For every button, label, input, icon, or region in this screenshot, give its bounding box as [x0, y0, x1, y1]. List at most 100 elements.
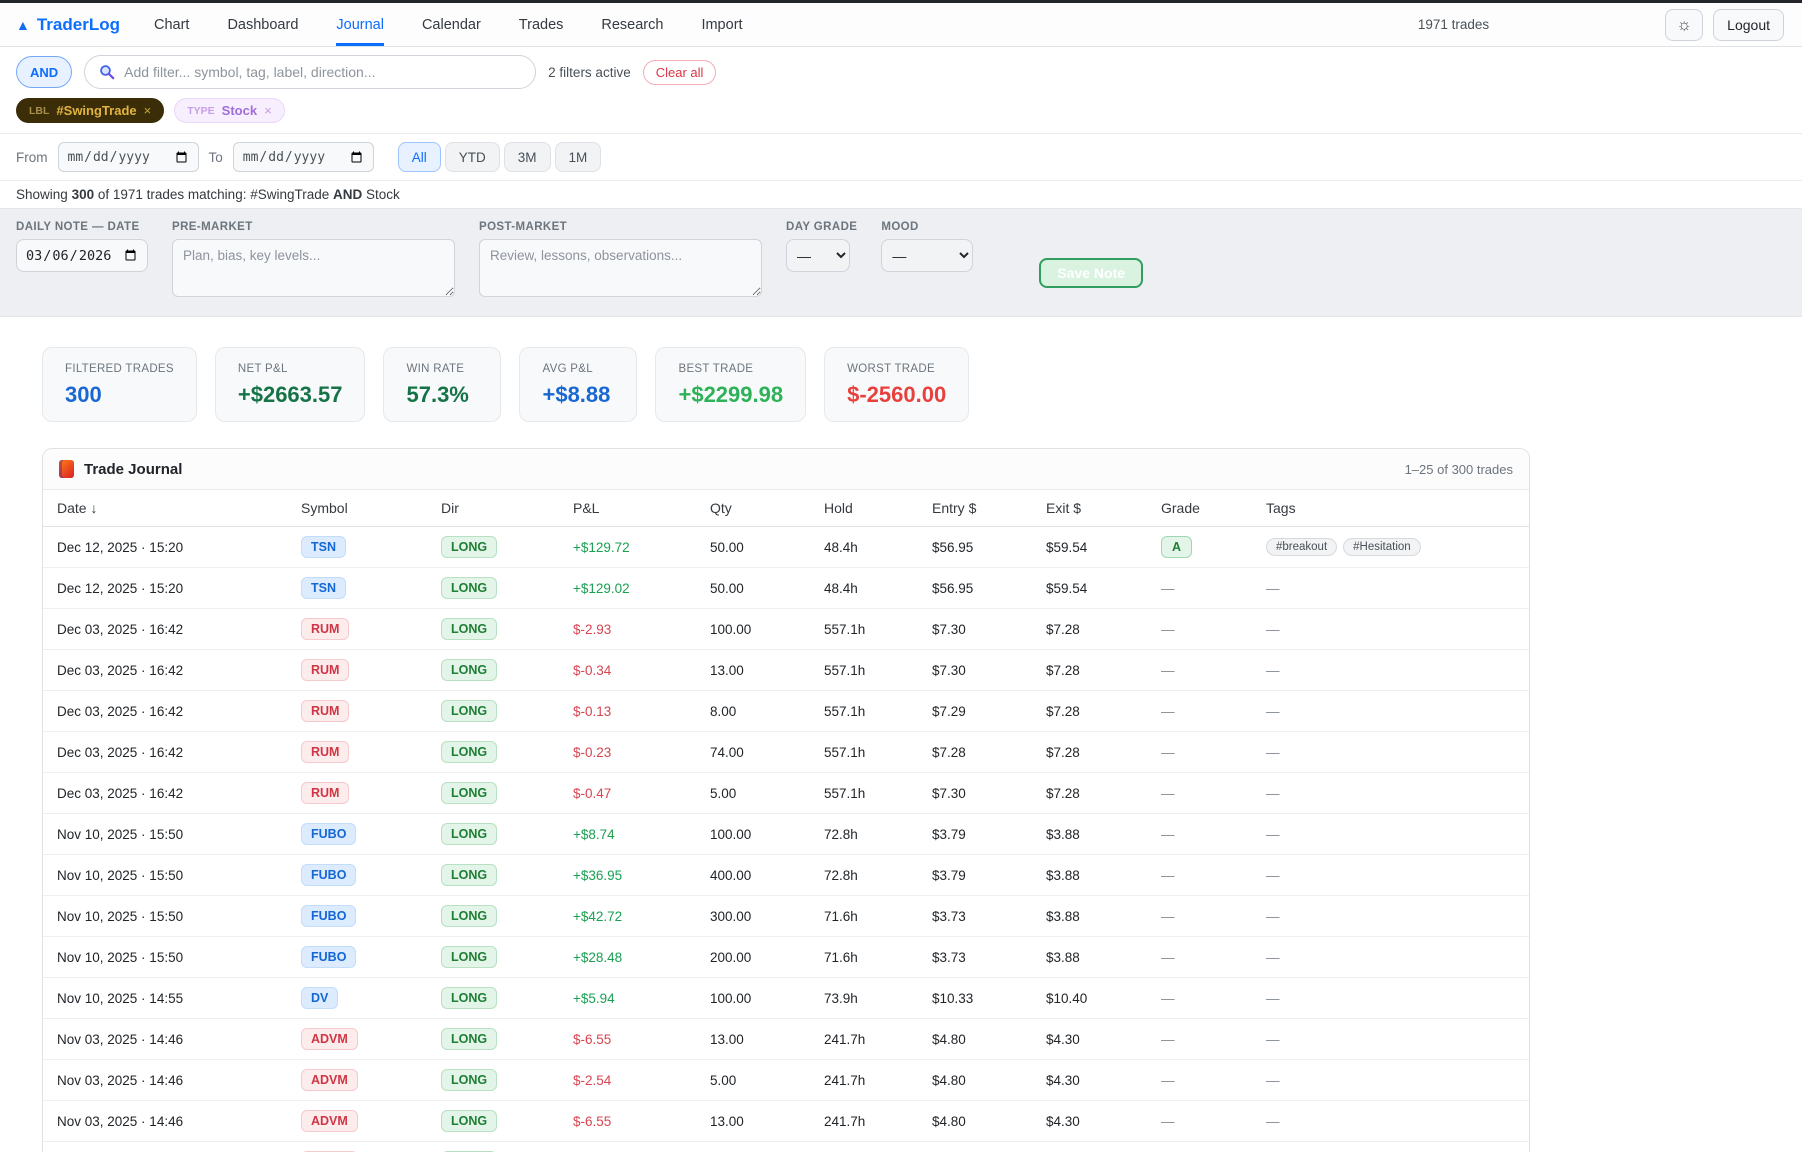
qty-cell: 8.00: [710, 691, 824, 732]
pnl-cell: +$28.48: [573, 937, 710, 978]
tag-pill[interactable]: #breakout: [1266, 538, 1337, 556]
grade-cell: —: [1161, 650, 1266, 691]
table-row[interactable]: Nov 10, 2025 · 15:50FUBOLONG+$42.72300.0…: [43, 896, 1529, 937]
nav-item-research[interactable]: Research: [601, 3, 663, 46]
table-row[interactable]: Dec 03, 2025 · 16:42RUMLONG$-0.3413.0055…: [43, 650, 1529, 691]
table-row[interactable]: Nov 10, 2025 · 15:50FUBOLONG+$28.48200.0…: [43, 937, 1529, 978]
grade-cell: —: [1161, 1019, 1266, 1060]
stat-card-filtered-trades: FILTERED TRADES300: [42, 347, 197, 422]
nav-item-trades[interactable]: Trades: [519, 3, 564, 46]
trade-date: Nov 03, 2025 · 14:46: [43, 1060, 301, 1101]
nav-item-dashboard[interactable]: Dashboard: [227, 3, 298, 46]
save-note-button[interactable]: Save Note: [1039, 258, 1143, 288]
column-header-date[interactable]: Date ↓: [43, 490, 301, 527]
range-button-all[interactable]: All: [398, 142, 441, 172]
mood-select[interactable]: —: [881, 239, 973, 272]
from-date-input[interactable]: [58, 142, 199, 172]
symbol-badge[interactable]: FUBO: [301, 823, 356, 845]
day-grade-select[interactable]: —: [786, 239, 850, 272]
nav-item-journal[interactable]: Journal: [336, 3, 384, 46]
postmarket-textarea[interactable]: [479, 239, 762, 297]
symbol-badge[interactable]: TSN: [301, 577, 346, 599]
symbol-badge[interactable]: FUBO: [301, 946, 356, 968]
chip-remove-icon[interactable]: ×: [264, 103, 272, 118]
column-header-tags[interactable]: Tags: [1266, 490, 1529, 527]
entry-cell: $7.29: [932, 691, 1046, 732]
table-row[interactable]: Nov 10, 2025 · 14:55DVLONG+$5.94100.0073…: [43, 978, 1529, 1019]
symbol-cell: FUBO: [301, 814, 441, 855]
qty-cell: 200.00: [710, 937, 824, 978]
table-row[interactable]: Dec 03, 2025 · 16:42RUMLONG$-0.475.00557…: [43, 773, 1529, 814]
note-date-input[interactable]: [16, 239, 148, 272]
dir-cell: LONG: [441, 527, 573, 568]
sun-icon: ☼: [1676, 15, 1692, 35]
symbol-badge[interactable]: RUM: [301, 741, 349, 763]
symbol-badge[interactable]: RUM: [301, 618, 349, 640]
symbol-badge[interactable]: ADVM: [301, 1028, 358, 1050]
stat-card-best-trade: BEST TRADE+$2299.98: [655, 347, 806, 422]
column-header-symbol[interactable]: Symbol: [301, 490, 441, 527]
to-date-input[interactable]: [233, 142, 374, 172]
dir-cell: LONG: [441, 937, 573, 978]
table-body: Dec 12, 2025 · 15:20TSNLONG+$129.7250.00…: [43, 527, 1529, 1152]
column-header-exit[interactable]: Exit $: [1046, 490, 1161, 527]
table-row[interactable]: Nov 10, 2025 · 15:50FUBOLONG+$36.95400.0…: [43, 855, 1529, 896]
symbol-badge[interactable]: ADVM: [301, 1110, 358, 1132]
symbol-badge[interactable]: DV: [301, 987, 338, 1009]
direction-badge: LONG: [441, 864, 497, 886]
range-buttons: AllYTD3M1M: [384, 142, 602, 172]
table-row[interactable]: Nov 03, 2025 · 14:46ADVMLONG$-46.4692.00…: [43, 1142, 1529, 1152]
stat-label: BEST TRADE: [678, 363, 783, 375]
table-row[interactable]: Dec 03, 2025 · 16:42RUMLONG$-0.2374.0055…: [43, 732, 1529, 773]
daily-note-panel: DAILY NOTE — DATE PRE-MARKET POST-MARKET…: [0, 208, 1802, 317]
column-header-hold[interactable]: Hold: [824, 490, 932, 527]
qty-cell: 50.00: [710, 568, 824, 609]
grade-cell: —: [1161, 773, 1266, 814]
symbol-badge[interactable]: RUM: [301, 700, 349, 722]
table-row[interactable]: Nov 03, 2025 · 14:46ADVMLONG$-2.545.0024…: [43, 1060, 1529, 1101]
column-header-entry[interactable]: Entry $: [932, 490, 1046, 527]
filter-logic-toggle[interactable]: AND: [16, 56, 72, 88]
search-input[interactable]: [124, 64, 521, 80]
table-row[interactable]: Dec 12, 2025 · 15:20TSNLONG+$129.7250.00…: [43, 527, 1529, 568]
tags-cell: —: [1266, 773, 1529, 814]
table-row[interactable]: Dec 03, 2025 · 16:42RUMLONG$-2.93100.005…: [43, 609, 1529, 650]
logout-button[interactable]: Logout: [1713, 9, 1784, 41]
symbol-badge[interactable]: RUM: [301, 659, 349, 681]
stat-value: 57.3%: [406, 382, 478, 408]
app-logo[interactable]: ▲ TraderLog: [16, 3, 120, 46]
filter-chips: LBL#SwingTrade×TYPEStock×: [16, 98, 1786, 123]
column-header-dir[interactable]: Dir: [441, 490, 573, 527]
symbol-badge[interactable]: FUBO: [301, 905, 356, 927]
range-button-ytd[interactable]: YTD: [445, 142, 500, 172]
entry-cell: $56.95: [932, 568, 1046, 609]
theme-toggle-button[interactable]: ☼: [1665, 9, 1703, 41]
dir-cell: LONG: [441, 896, 573, 937]
clear-all-button[interactable]: Clear all: [643, 60, 717, 85]
qty-cell: 13.00: [710, 650, 824, 691]
nav-item-calendar[interactable]: Calendar: [422, 3, 481, 46]
qty-cell: 400.00: [710, 855, 824, 896]
nav-item-import[interactable]: Import: [701, 3, 742, 46]
filter-search-box[interactable]: [84, 55, 536, 89]
table-row[interactable]: Dec 03, 2025 · 16:42RUMLONG$-0.138.00557…: [43, 691, 1529, 732]
range-button-3m[interactable]: 3M: [504, 142, 551, 172]
symbol-badge[interactable]: RUM: [301, 782, 349, 804]
nav-item-chart[interactable]: Chart: [154, 3, 189, 46]
symbol-badge[interactable]: ADVM: [301, 1069, 358, 1091]
symbol-badge[interactable]: FUBO: [301, 864, 356, 886]
column-header-p&l[interactable]: P&L: [573, 490, 710, 527]
column-header-qty[interactable]: Qty: [710, 490, 824, 527]
range-button-1m[interactable]: 1M: [555, 142, 602, 172]
symbol-badge[interactable]: TSN: [301, 536, 346, 558]
table-row[interactable]: Nov 10, 2025 · 15:50FUBOLONG+$8.74100.00…: [43, 814, 1529, 855]
premarket-textarea[interactable]: [172, 239, 455, 297]
chip-remove-icon[interactable]: ×: [144, 103, 152, 118]
table-row[interactable]: Nov 03, 2025 · 14:46ADVMLONG$-6.5513.002…: [43, 1101, 1529, 1142]
hold-cell: 48.4h: [824, 527, 932, 568]
table-row[interactable]: Nov 03, 2025 · 14:46ADVMLONG$-6.5513.002…: [43, 1019, 1529, 1060]
symbol-cell: FUBO: [301, 937, 441, 978]
column-header-grade[interactable]: Grade: [1161, 490, 1266, 527]
table-row[interactable]: Dec 12, 2025 · 15:20TSNLONG+$129.0250.00…: [43, 568, 1529, 609]
tag-pill[interactable]: #Hesitation: [1343, 538, 1421, 556]
